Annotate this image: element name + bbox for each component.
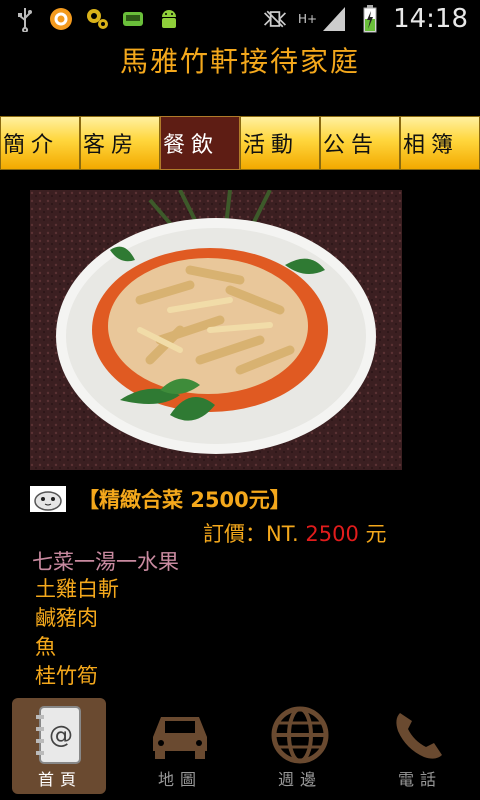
settings-notification-icon <box>84 6 110 32</box>
price-line: 訂價：NT. 2500 元 <box>203 518 387 548</box>
app-title: 馬雅竹軒接待家庭 <box>119 45 360 78</box>
price-value: 2500 <box>305 522 359 546</box>
nav-label: 週邊 <box>277 770 322 789</box>
nav-label: 電話 <box>397 770 442 789</box>
tab-album[interactable]: 相簿 <box>400 116 480 170</box>
tab-bar: 簡介 客房 餐飲 活動 公告 相簿 <box>0 116 480 170</box>
globe-icon <box>260 702 340 768</box>
price-suffix: 元 <box>358 522 387 546</box>
tab-activities[interactable]: 活動 <box>240 116 320 170</box>
list-item: 桂竹筍 <box>35 664 98 688</box>
dish-list: 土雞白斬 鹹豬肉 魚 桂竹筍 <box>35 575 119 691</box>
android-icon <box>120 6 146 32</box>
phone-icon <box>380 702 460 768</box>
nav-label: 首頁 <box>37 770 82 789</box>
nav-label: 地圖 <box>157 770 202 789</box>
car-icon <box>140 702 220 768</box>
tab-intro[interactable]: 簡介 <box>0 116 80 170</box>
tab-dining[interactable]: 餐飲 <box>160 116 240 170</box>
dish-photo <box>30 190 402 470</box>
notification-icons <box>12 6 182 32</box>
network-type: H+ <box>297 12 318 26</box>
nav-home[interactable]: @ 首頁 <box>0 696 120 800</box>
list-item: 鹹豬肉 <box>35 606 98 630</box>
clock: 14:18 <box>393 4 468 34</box>
usb-icon <box>12 6 38 32</box>
app-notification-icon <box>48 6 74 32</box>
price-prefix: 訂價：NT. <box>203 522 306 546</box>
signal-icon <box>321 6 347 32</box>
android-robot-icon <box>156 6 182 32</box>
system-icons: H+ 14:18 <box>262 4 468 34</box>
tab-rooms[interactable]: 客房 <box>80 116 160 170</box>
battery-icon <box>357 5 383 33</box>
nav-nearby[interactable]: 週邊 <box>240 696 360 800</box>
svg-text:@: @ <box>49 721 73 749</box>
contact-book-icon: @ <box>20 702 100 768</box>
list-item: 土雞白斬 <box>35 577 119 601</box>
menu-title: 【精緻合菜 2500元】 <box>78 488 291 512</box>
nav-map[interactable]: 地圖 <box>120 696 240 800</box>
list-item: 魚 <box>35 635 56 659</box>
nav-phone[interactable]: 電話 <box>360 696 480 800</box>
tab-announcements[interactable]: 公告 <box>320 116 400 170</box>
menu-header: 【精緻合菜 2500元】 <box>30 484 470 514</box>
course-description: 七菜一湯一水果 <box>32 550 179 574</box>
status-bar: H+ 14:18 <box>0 0 480 38</box>
no-vibrate-icon <box>262 6 288 32</box>
emoticon-icon <box>30 486 66 512</box>
bottom-nav: @ 首頁 地圖 週邊 電話 <box>0 696 480 800</box>
